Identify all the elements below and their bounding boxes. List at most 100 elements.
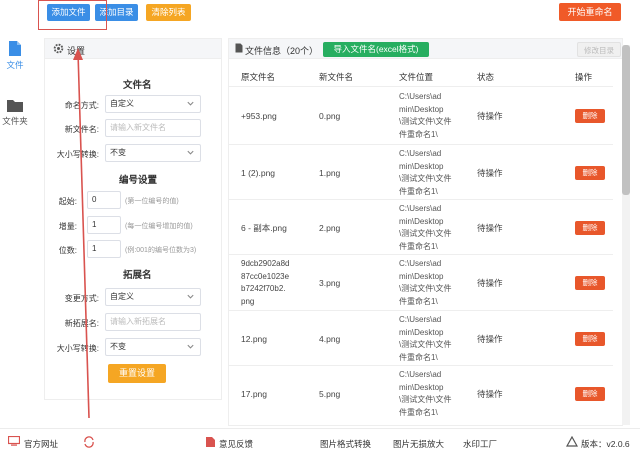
- nav-item-folder[interactable]: 文件夹: [0, 98, 30, 127]
- new-name: 1.png: [319, 168, 341, 178]
- column-header: 原文件名: [241, 72, 276, 82]
- location-line: 件重命名1\: [399, 186, 438, 196]
- nav-folder-label: 文件夹: [2, 116, 28, 126]
- app-window: 添加文件 添加目录 清除列表 开始重命名 文件 文件夹 设置 文件名 命名方式:…: [0, 0, 640, 457]
- new-name-input[interactable]: 请输入新文件名: [105, 119, 201, 137]
- name-line: b7242f70b2.: [241, 284, 286, 293]
- location-line: C:\Users\ad: [399, 149, 442, 158]
- document-icon: [235, 43, 243, 53]
- left-navigation: 文件 文件夹: [0, 28, 30, 425]
- status-text: 待操作: [477, 334, 503, 344]
- original-name: 9dcb2902a8d 87cc0e1023e b7242f70b2. png: [241, 258, 290, 308]
- file-location: C:\Users\ad min\Desktop \测试文件\文件 件重命名1\: [399, 314, 451, 364]
- chevron-down-icon: [187, 344, 194, 349]
- reset-settings-button[interactable]: 重置设置: [108, 364, 166, 383]
- status-text: 待操作: [477, 223, 503, 233]
- step-input[interactable]: 1: [87, 216, 121, 234]
- delete-button[interactable]: 删除: [575, 387, 605, 401]
- table-row[interactable]: 6 - 副本.png 2.png C:\Users\ad min\Desktop…: [229, 200, 613, 255]
- column-header: 文件位置: [399, 72, 434, 82]
- digits-input[interactable]: 1: [87, 240, 121, 258]
- table-row[interactable]: 1 (2).png 1.png C:\Users\ad min\Desktop …: [229, 145, 613, 200]
- location-line: \测试文件\文件: [399, 117, 452, 126]
- website-link[interactable]: 官方网址: [24, 438, 58, 450]
- delete-button[interactable]: 删除: [575, 221, 605, 235]
- step-hint: (每一位编号增加的值): [125, 223, 193, 230]
- new-name: 4.png: [319, 334, 341, 344]
- import-excel-button[interactable]: 导入文件名(excel格式): [323, 42, 429, 57]
- location-line: \测试文件\文件: [399, 395, 452, 404]
- file-location: C:\Users\ad min\Desktop \测试文件\文件 件重命名1\: [399, 148, 451, 198]
- nav-file-label: 文件: [6, 60, 24, 70]
- original-name: 12.png: [241, 334, 267, 344]
- table-row[interactable]: +953.png 0.png C:\Users\ad min\Desktop \…: [229, 87, 613, 145]
- refresh-icon[interactable]: [83, 436, 95, 448]
- change-directory-button[interactable]: 修改目录: [577, 42, 621, 57]
- original-name: 6 - 副本.png: [241, 223, 287, 233]
- delete-button[interactable]: 删除: [575, 332, 605, 346]
- start-input[interactable]: 0: [87, 191, 121, 209]
- delete-button[interactable]: 删除: [575, 276, 605, 290]
- filename-section-title: 文件名: [123, 80, 152, 91]
- column-header: 新文件名: [319, 72, 354, 82]
- start-rename-button[interactable]: 开始重命名: [559, 3, 621, 21]
- step-label: 增量:: [58, 222, 77, 231]
- new-name: 5.png: [319, 389, 341, 399]
- digits-hint: (例:001的编号位数为3): [125, 247, 197, 254]
- file-location: C:\Users\ad min\Desktop \测试文件\文件 件重命名1\: [399, 203, 451, 253]
- location-line: C:\Users\ad: [399, 315, 442, 324]
- table-row[interactable]: 17.png 5.png C:\Users\ad min\Desktop \测试…: [229, 366, 613, 424]
- original-name: 17.png: [241, 389, 267, 399]
- extension-section-title: 拓展名: [123, 270, 152, 281]
- table-row[interactable]: 12.png 4.png C:\Users\ad min\Desktop \测试…: [229, 311, 613, 366]
- chevron-down-icon: [187, 294, 194, 299]
- nav-item-file[interactable]: 文件: [0, 40, 30, 71]
- name-line: 87cc0e1023e: [241, 271, 290, 281]
- ext-case-value: 不变: [110, 342, 126, 351]
- folder-icon: [7, 100, 23, 112]
- location-line: C:\Users\ad: [399, 204, 442, 213]
- file-location: C:\Users\ad min\Desktop \测试文件\文件 件重命名1\: [399, 91, 451, 141]
- location-line: min\Desktop: [399, 382, 444, 392]
- location-line: min\Desktop: [399, 327, 444, 337]
- location-line: \测试文件\文件: [399, 284, 452, 293]
- scrollbar-thumb[interactable]: [622, 45, 630, 195]
- settings-panel: 设置 文件名 命名方式: 自定义 新文件名: 请输入新文件名 大小写转换: 不变…: [44, 38, 222, 400]
- delete-button[interactable]: 删除: [575, 109, 605, 123]
- format-convert-link[interactable]: 图片格式转换: [320, 438, 371, 450]
- watermark-link[interactable]: 水印工厂: [463, 438, 497, 450]
- new-name: 2.png: [319, 223, 341, 233]
- status-text: 待操作: [477, 111, 503, 121]
- table-header: 原文件名 新文件名 文件位置 状态 操作: [229, 65, 613, 87]
- table-row[interactable]: 9dcb2902a8d 87cc0e1023e b7242f70b2. png …: [229, 255, 613, 311]
- version-icon: [566, 436, 578, 447]
- status-text: 待操作: [477, 389, 503, 399]
- naming-mode-label: 命名方式:: [64, 101, 99, 110]
- location-line: C:\Users\ad: [399, 259, 442, 268]
- feedback-link[interactable]: 意见反馈: [219, 438, 253, 450]
- ext-case-select[interactable]: 不变: [105, 338, 201, 356]
- start-label: 起始:: [58, 197, 77, 206]
- settings-header: 设置: [45, 39, 221, 59]
- column-header: 操作: [575, 72, 593, 82]
- status-text: 待操作: [477, 278, 503, 288]
- ext-mode-select[interactable]: 自定义: [105, 288, 201, 306]
- naming-mode-select[interactable]: 自定义: [105, 95, 201, 113]
- case-select[interactable]: 不变: [105, 144, 201, 162]
- location-line: min\Desktop: [399, 271, 444, 281]
- location-line: min\Desktop: [399, 216, 444, 226]
- location-line: 件重命名1\: [399, 129, 438, 139]
- lossless-zoom-link[interactable]: 图片无损放大: [393, 438, 444, 450]
- clear-list-button[interactable]: 清除列表: [146, 4, 191, 21]
- location-line: min\Desktop: [399, 104, 444, 114]
- naming-mode-value: 自定义: [110, 99, 134, 108]
- new-ext-label: 新拓展名:: [64, 319, 99, 328]
- location-line: 件重命名1\: [399, 296, 438, 306]
- delete-button[interactable]: 删除: [575, 166, 605, 180]
- file-list-panel: 文件信息（20个） 导入文件名(excel格式) 修改目录 原文件名 新文件名 …: [228, 38, 623, 426]
- location-line: 件重命名1\: [399, 407, 438, 417]
- vertical-scrollbar[interactable]: [622, 45, 630, 425]
- status-text: 待操作: [477, 168, 503, 178]
- name-line: 9dcb2902a8d: [241, 259, 290, 268]
- new-ext-input[interactable]: 请输入新拓展名: [105, 313, 201, 331]
